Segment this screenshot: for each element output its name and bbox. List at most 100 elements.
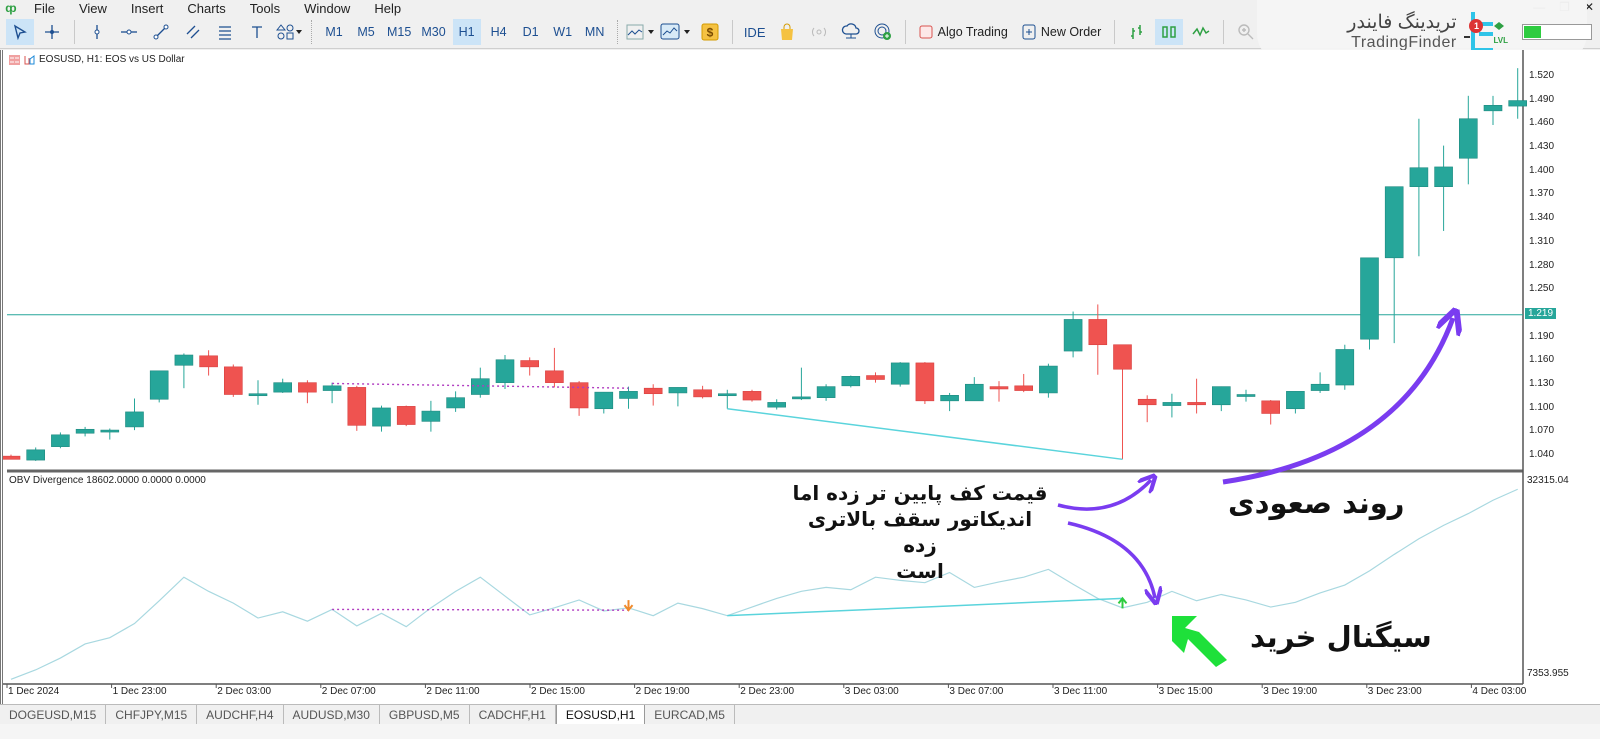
zoom-in-icon (1238, 24, 1254, 40)
candle (1014, 373, 1034, 393)
candle (520, 357, 540, 376)
fibonacci-tool-button[interactable] (211, 19, 239, 45)
new-order-button[interactable]: New Order (1017, 19, 1106, 45)
candle-body (792, 396, 811, 400)
candle (248, 380, 268, 405)
timeframe-m15[interactable]: M15 (384, 19, 414, 45)
candle (298, 380, 317, 404)
bar-chart-button[interactable] (1123, 19, 1151, 45)
time-axis-label: 3 Dec 15:00 (1158, 686, 1213, 697)
timeframe-d1[interactable]: D1 (517, 19, 545, 45)
candle-body (347, 387, 367, 426)
candle (915, 362, 935, 404)
chart-tab[interactable]: CADCHF,H1 (470, 705, 556, 725)
menu-help[interactable]: Help (362, 1, 413, 16)
price-axis-label: 1.040 (1529, 449, 1555, 461)
timeframe-w1[interactable]: W1 (549, 19, 577, 45)
candle-body (26, 449, 46, 461)
candle (1137, 395, 1157, 423)
vps-button[interactable] (837, 19, 865, 45)
menu-view[interactable]: View (67, 1, 119, 16)
bearish-divergence-indicator-line (332, 608, 629, 611)
trendline-tool-button[interactable] (147, 19, 175, 45)
candle-body (1384, 186, 1404, 259)
chart-tab[interactable]: AUDCHF,H4 (197, 705, 284, 725)
templates-button[interactable] (660, 19, 692, 45)
chart-tab[interactable]: EOSUSD,H1 (555, 705, 646, 725)
candle (1162, 393, 1182, 418)
signals-button[interactable] (805, 19, 833, 45)
toolbar-separator (904, 20, 906, 44)
candle (125, 398, 144, 431)
candle (742, 389, 762, 402)
indicators-icon (626, 24, 654, 40)
timeframe-m1[interactable]: M1 (320, 19, 348, 45)
candlestick-chart-button[interactable] (1155, 19, 1184, 45)
chart-tab[interactable]: AUDUSD,M30 (284, 705, 380, 725)
candle-body (1261, 400, 1280, 414)
channel-tool-button[interactable] (179, 19, 207, 45)
timeframe-m30[interactable]: M30 (418, 19, 448, 45)
vertical-line-tool-button[interactable] (83, 19, 111, 45)
candle (890, 362, 910, 387)
shopping-bag-icon (780, 23, 793, 40)
candle (767, 399, 787, 410)
candle (1508, 68, 1527, 119)
horizontal-line-tool-button[interactable] (115, 19, 143, 45)
chart-tab[interactable]: GBPUSD,M5 (380, 705, 470, 725)
crosshair-tool-button[interactable] (38, 19, 66, 45)
menu-insert[interactable]: Insert (119, 1, 176, 16)
candle-body (495, 359, 515, 383)
chart-window[interactable]: EOSUSD, H1: EOS vs US Dollar OBV Diverge… (0, 50, 1600, 704)
algo-trading-button[interactable]: Algo Trading (914, 19, 1013, 45)
cursor-icon (13, 24, 27, 40)
toolbar-separator (311, 20, 312, 44)
price-axis-label: 1.190 (1529, 330, 1555, 342)
candle-body (1014, 385, 1034, 391)
svg-text:$: $ (706, 26, 713, 40)
candle-body (1286, 391, 1305, 410)
timeframe-mn[interactable]: MN (581, 19, 609, 45)
notifications-button[interactable]: 1 (1461, 18, 1484, 41)
candle-body (1162, 402, 1182, 406)
cursor-tool-button[interactable] (6, 19, 34, 45)
chart-tab[interactable]: DOGEUSD,M15 (0, 705, 107, 725)
time-axis-label: 3 Dec 19:00 (1263, 686, 1318, 697)
text-tool-button[interactable] (243, 19, 271, 45)
timeframe-h4[interactable]: H4 (485, 19, 513, 45)
annotation-arrow-indicator (1067, 521, 1155, 598)
shop-button[interactable] (773, 19, 801, 45)
timeframe-h1[interactable]: H1 (452, 19, 481, 45)
candle-body (915, 362, 935, 402)
price-axis-label: 1.100 (1529, 401, 1555, 413)
candle-body (51, 434, 70, 447)
candle-body (940, 395, 959, 402)
line-chart-button[interactable] (1187, 19, 1215, 45)
menu-file[interactable]: File (22, 1, 67, 16)
chart-canvas[interactable] (3, 50, 1600, 704)
indicators-button[interactable] (626, 19, 656, 45)
time-axis-label: 2 Dec 19:00 (635, 686, 690, 697)
menu-window[interactable]: Window (292, 1, 362, 16)
ide-button[interactable]: IDE (741, 19, 769, 45)
level-button[interactable]: LVL (1493, 18, 1508, 45)
menu-tools[interactable]: Tools (238, 1, 292, 16)
horizontal-line-icon (121, 29, 137, 35)
time-axis-label: 1 Dec 2024 (8, 686, 60, 697)
annotation-arrow-price (1057, 480, 1151, 511)
timeframe-m5[interactable]: M5 (352, 19, 380, 45)
shapes-tool-button[interactable] (275, 19, 303, 45)
candle-body (470, 378, 490, 395)
chart-tab[interactable]: CHFJPY,M15 (106, 705, 198, 725)
market-button[interactable]: $ (696, 19, 724, 45)
new-order-label: New Order (1040, 25, 1102, 39)
price-axis-label: 1.130 (1529, 378, 1555, 390)
candle-body (174, 354, 194, 366)
watermark-english-text: TradingFinder (1351, 33, 1457, 51)
menu-charts[interactable]: Charts (175, 1, 237, 16)
community-button[interactable] (869, 19, 897, 45)
candle (569, 381, 589, 416)
candle (51, 432, 70, 449)
toolbar-separator (616, 20, 618, 44)
chart-tab[interactable]: EURCAD,M5 (645, 705, 735, 725)
